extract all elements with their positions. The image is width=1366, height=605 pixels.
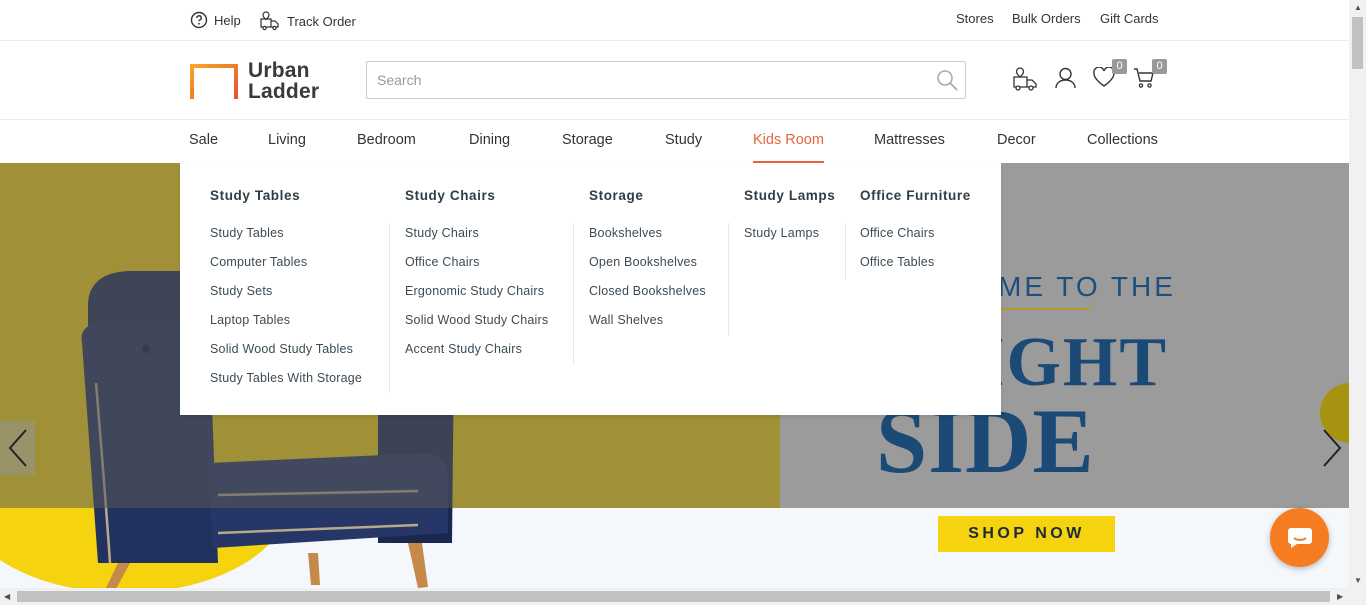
wishlist-icon[interactable]: 0 xyxy=(1093,59,1127,93)
menu-link[interactable]: Open Bookshelves xyxy=(589,254,706,283)
help-icon xyxy=(190,11,208,29)
menu-link[interactable]: Office Chairs xyxy=(405,254,548,283)
track-order-link[interactable]: Track Order xyxy=(260,11,356,31)
menu-link[interactable]: Laptop Tables xyxy=(210,312,362,341)
nav-item-mattresses[interactable]: Mattresses xyxy=(874,132,945,163)
menu-link[interactable]: Study Sets xyxy=(210,283,362,312)
menu-link[interactable]: Computer Tables xyxy=(210,254,362,283)
menu-column-title[interactable]: Study Tables xyxy=(210,188,300,203)
menu-column-title[interactable]: Storage xyxy=(589,188,643,203)
chat-widget-button[interactable] xyxy=(1270,508,1329,567)
logo-line2: Ladder xyxy=(248,80,320,103)
scroll-left-icon[interactable]: ◀ xyxy=(4,593,10,601)
chat-icon xyxy=(1287,527,1312,548)
nav-item-bedroom[interactable]: Bedroom xyxy=(357,132,416,163)
bulk-orders-link[interactable]: Bulk Orders xyxy=(1012,11,1081,26)
menu-column-title[interactable]: Study Chairs xyxy=(405,188,495,203)
menu-divider xyxy=(845,223,846,279)
menu-column-title[interactable]: Office Furniture xyxy=(860,188,971,203)
logo-text: Urban Ladder xyxy=(248,60,319,102)
menu-link[interactable]: Wall Shelves xyxy=(589,312,706,341)
search-input[interactable] xyxy=(367,62,907,98)
scroll-down-icon[interactable]: ▼ xyxy=(1354,577,1362,585)
carousel-next-button[interactable] xyxy=(1314,421,1349,475)
menu-link[interactable]: Ergonomic Study Chairs xyxy=(405,283,548,312)
menu-link[interactable]: Solid Wood Study Tables xyxy=(210,341,362,370)
menu-link[interactable]: Office Chairs xyxy=(860,225,935,254)
cart-icon[interactable]: 0 xyxy=(1133,59,1167,94)
horizontal-scrollbar[interactable]: ◀ ▶ xyxy=(0,588,1349,605)
nav-item-collections[interactable]: Collections xyxy=(1087,132,1158,163)
track-delivery-icon[interactable] xyxy=(1013,67,1039,97)
stores-label: Stores xyxy=(956,11,994,26)
menu-link[interactable]: Closed Bookshelves xyxy=(589,283,706,312)
gift-cards-label: Gift Cards xyxy=(1100,11,1159,26)
kids-room-mega-menu: Study Tables Study Tables Computer Table… xyxy=(180,163,1001,415)
menu-link[interactable]: Accent Study Chairs xyxy=(405,341,548,370)
truck-location-icon xyxy=(260,11,279,31)
scroll-right-icon[interactable]: ▶ xyxy=(1337,593,1343,601)
account-icon[interactable] xyxy=(1055,67,1076,94)
menu-link[interactable]: Study Chairs xyxy=(405,225,548,254)
vertical-scroll-thumb[interactable] xyxy=(1352,17,1363,69)
nav-item-sale[interactable]: Sale xyxy=(189,132,218,163)
track-order-label: Track Order xyxy=(287,13,356,29)
help-link[interactable]: Help xyxy=(190,11,241,29)
menu-link[interactable]: Study Lamps xyxy=(744,225,819,254)
nav-item-study[interactable]: Study xyxy=(665,132,702,163)
logo-line1: Urban xyxy=(248,59,310,82)
menu-link[interactable]: Study Tables With Storage xyxy=(210,370,362,399)
cart-count-badge: 0 xyxy=(1152,59,1167,74)
menu-link[interactable]: Solid Wood Study Chairs xyxy=(405,312,548,341)
site-header: Urban Ladder 0 0 xyxy=(0,41,1349,120)
menu-column-title[interactable]: Study Lamps xyxy=(744,188,835,203)
urban-ladder-logo[interactable]: Urban Ladder xyxy=(190,60,319,102)
logo-mark-icon xyxy=(190,63,238,99)
utility-bar: Help Track Order Stores Bulk Orders Gift… xyxy=(0,0,1349,41)
shop-now-button[interactable]: SHOP NOW xyxy=(938,516,1115,552)
menu-divider xyxy=(573,223,574,365)
wishlist-count-badge: 0 xyxy=(1112,59,1127,74)
main-nav: Sale Living Bedroom Dining Storage Study… xyxy=(0,120,1349,163)
search-box xyxy=(366,61,966,99)
nav-item-kids-room[interactable]: Kids Room xyxy=(753,132,824,163)
scroll-up-icon[interactable]: ▲ xyxy=(1354,4,1362,12)
menu-link[interactable]: Office Tables xyxy=(860,254,935,283)
menu-divider xyxy=(728,223,729,336)
chevron-left-icon xyxy=(8,429,27,467)
horizontal-scroll-thumb[interactable] xyxy=(17,591,1330,602)
gift-cards-link[interactable]: Gift Cards xyxy=(1100,11,1159,26)
menu-divider xyxy=(389,223,390,393)
search-icon[interactable] xyxy=(935,68,959,97)
carousel-prev-button[interactable] xyxy=(0,421,35,475)
hero-tagline: ME TO THE xyxy=(998,271,1176,302)
nav-item-living[interactable]: Living xyxy=(268,132,306,163)
chevron-right-icon xyxy=(1322,429,1341,467)
vertical-scrollbar[interactable]: ▲ ▼ xyxy=(1349,0,1366,605)
stores-link[interactable]: Stores xyxy=(956,11,994,26)
nav-item-storage[interactable]: Storage xyxy=(562,132,613,163)
bulk-orders-label: Bulk Orders xyxy=(1012,11,1081,26)
menu-link[interactable]: Bookshelves xyxy=(589,225,706,254)
nav-item-dining[interactable]: Dining xyxy=(469,132,510,163)
help-label: Help xyxy=(214,12,241,28)
nav-item-decor[interactable]: Decor xyxy=(997,132,1036,163)
menu-link[interactable]: Study Tables xyxy=(210,225,362,254)
